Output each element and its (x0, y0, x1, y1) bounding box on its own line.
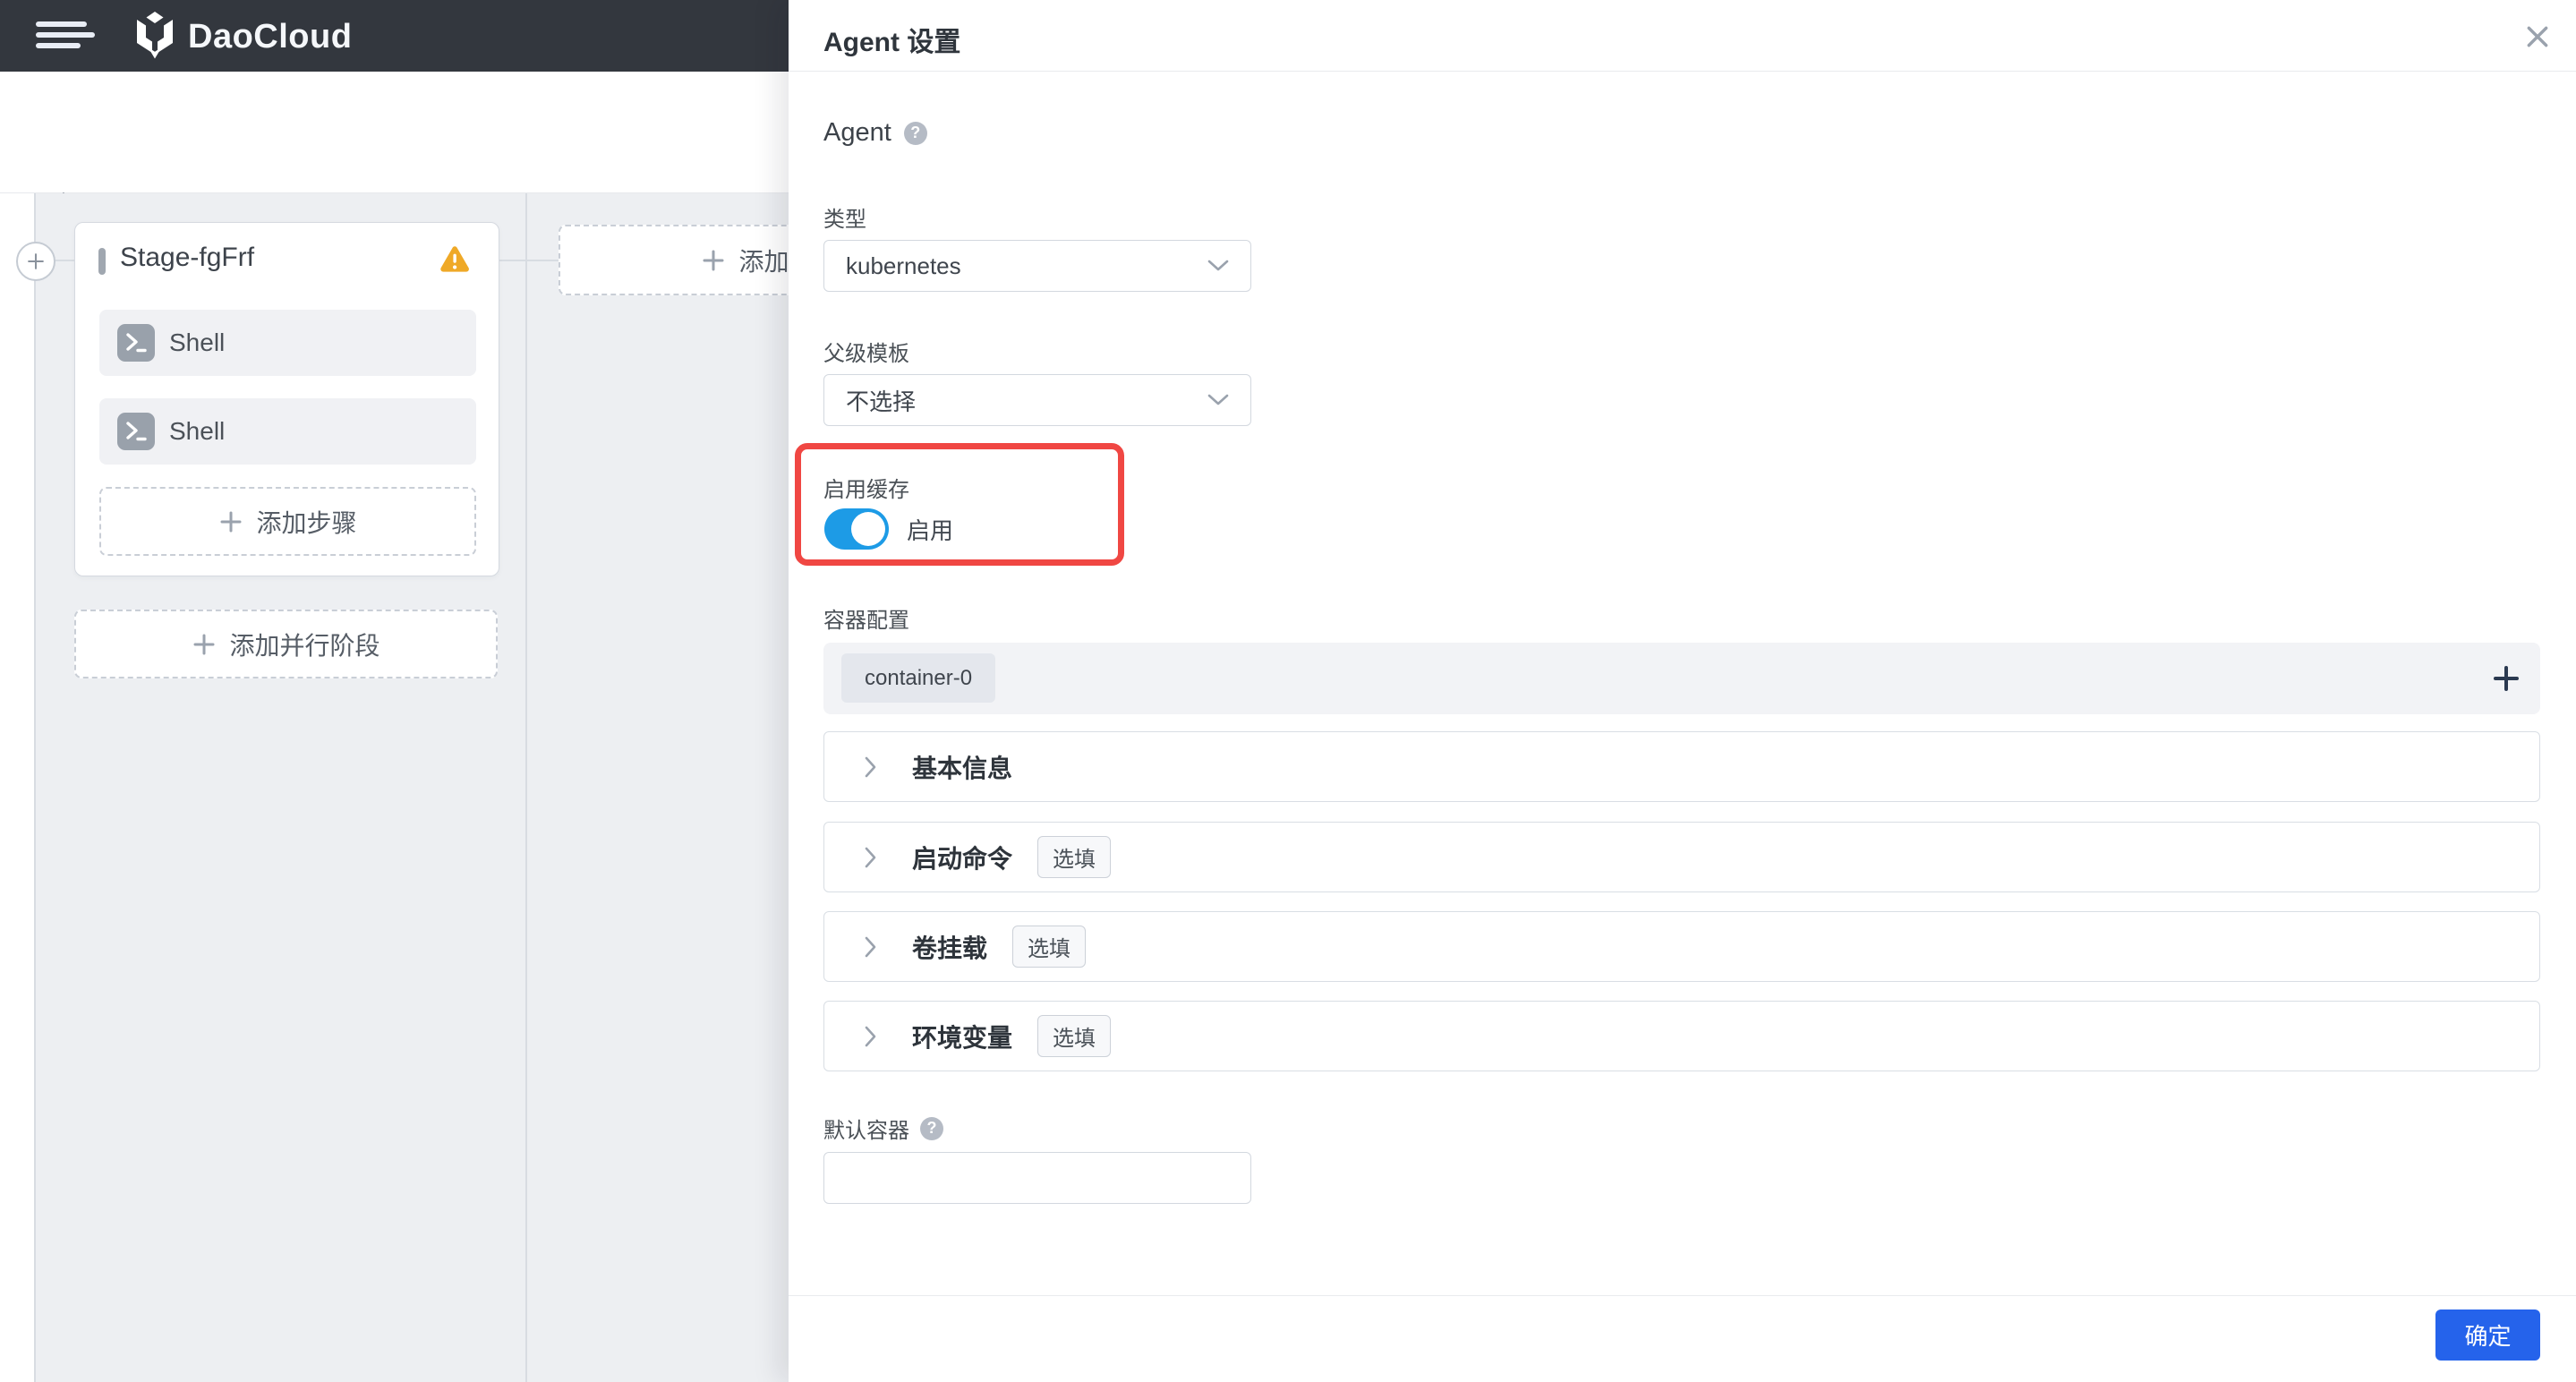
brand-name: DaoCloud (188, 18, 353, 55)
add-parallel-stage-label: 添加并行阶段 (229, 631, 380, 660)
type-select-value: kubernetes (846, 252, 961, 279)
chevron-right-icon (865, 1026, 876, 1046)
brand-logo: DaoCloud (134, 11, 352, 64)
parent-template-select-value: 不选择 (846, 388, 917, 415)
panel-volume-mount[interactable]: 卷挂载 选填 (823, 911, 2540, 982)
footer-divider (789, 1295, 2576, 1296)
panel-title: 启动命令 (912, 844, 1013, 873)
agent-heading-text: Agent (823, 118, 891, 147)
step-item[interactable]: Shell (99, 398, 476, 465)
add-container-icon[interactable] (2492, 664, 2521, 693)
optional-badge: 选填 (1037, 836, 1112, 878)
cache-toggle-label: 启用 (907, 516, 954, 544)
default-container-label: 默认容器 ? (823, 1113, 943, 1144)
container-config-label: 容器配置 (823, 609, 909, 633)
type-field-label: 类型 (823, 208, 866, 232)
step-label: Shell (169, 328, 226, 356)
chevron-right-icon (865, 756, 876, 777)
plus-icon (220, 511, 242, 532)
panel-title: 卷挂载 (912, 934, 988, 962)
parent-template-field-label: 父级模板 (823, 342, 909, 366)
stage-title-bar (98, 248, 106, 275)
chevron-down-icon (1207, 394, 1229, 405)
cache-toggle[interactable] (824, 508, 889, 550)
help-icon[interactable]: ? (920, 1116, 943, 1140)
help-icon[interactable]: ? (903, 121, 927, 145)
stage-column-divider (525, 193, 527, 1382)
plus-icon (193, 634, 215, 654)
chevron-right-icon (865, 847, 876, 867)
panel-title: 环境变量 (912, 1023, 1013, 1052)
agent-section-heading: Agent ? (823, 118, 927, 148)
optional-badge: 选填 (1012, 926, 1087, 968)
add-step-button[interactable]: 添加步骤 (99, 487, 476, 556)
step-item[interactable]: Shell (99, 310, 476, 376)
warning-icon (439, 245, 470, 274)
insert-stage-button[interactable] (16, 242, 55, 281)
panel-env-vars[interactable]: 环境变量 选填 (823, 1001, 2540, 1071)
chevron-right-icon (865, 936, 876, 957)
step-label: Shell (169, 417, 226, 445)
drawer-header: Agent 设置 (789, 0, 2576, 72)
menu-icon[interactable] (36, 21, 95, 50)
shell-terminal-icon (117, 324, 155, 362)
chevron-down-icon (1207, 260, 1229, 271)
stage-card: Stage-fgFrf Shell Shell 添加步骤 (74, 222, 499, 576)
type-select[interactable]: kubernetes (823, 240, 1251, 292)
container-tab[interactable]: container-0 (841, 653, 996, 703)
agent-settings-drawer: Agent 设置 Agent ? 类型 kubernetes 父级模板 不选择 (789, 0, 2576, 1382)
panel-basic-info[interactable]: 基本信息 (823, 731, 2540, 802)
cache-field-label: 启用缓存 (823, 478, 909, 502)
drawer-title: Agent 设置 (823, 28, 961, 57)
add-step-label: 添加步骤 (256, 508, 357, 537)
daocloud-logo-icon (134, 11, 175, 64)
confirm-button[interactable]: 确定 (2435, 1309, 2540, 1361)
add-parallel-stage-button[interactable]: 添加并行阶段 (74, 610, 498, 678)
container-tabstrip: container-0 (823, 643, 2540, 714)
cache-toggle-row: 启用 (824, 508, 953, 550)
panel-title: 基本信息 (912, 754, 1013, 782)
shell-terminal-icon (117, 413, 155, 450)
toggle-knob (851, 512, 885, 546)
default-container-input[interactable] (823, 1152, 1251, 1204)
panel-start-command[interactable]: 启动命令 选填 (823, 822, 2540, 892)
optional-badge: 选填 (1037, 1015, 1112, 1057)
parent-template-select[interactable]: 不选择 (823, 374, 1251, 426)
close-icon[interactable] (2524, 23, 2551, 50)
plus-icon (703, 250, 724, 270)
stage-title: Stage-fgFrf (120, 243, 255, 272)
